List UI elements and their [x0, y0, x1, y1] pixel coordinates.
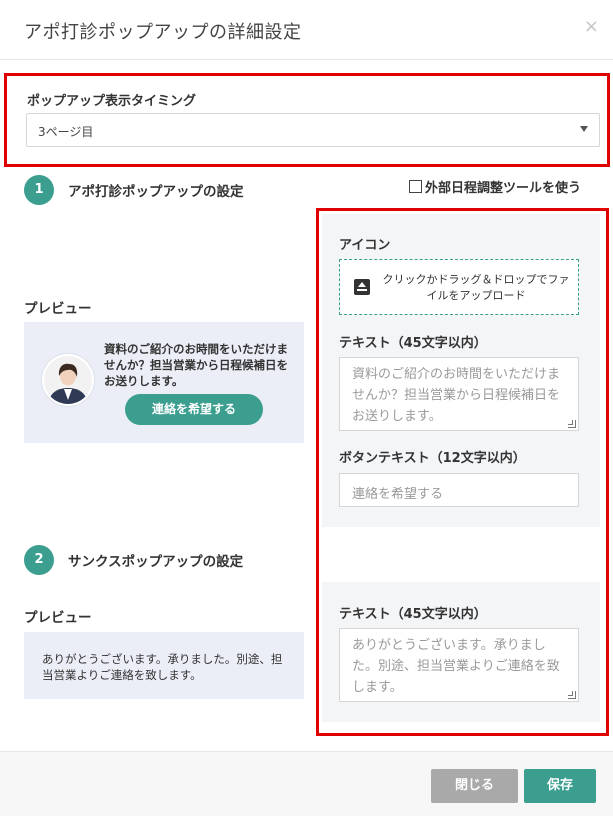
- external-tool-label: 外部日程調整ツールを使う: [425, 181, 582, 196]
- preview2-message: ありがとうございます。承りました。別途、担当営業よりご連絡を致します。: [42, 652, 283, 682]
- save-button[interactable]: 保存: [524, 769, 596, 803]
- appointment-text-placeholder: 資料のご紹介のお時間をいただけませんか？担当営業から日程候補日をお送りします。: [352, 367, 561, 424]
- section2-title: サンクスポップアップの設定: [68, 554, 244, 570]
- timing-select[interactable]: 3ページ目: [26, 113, 600, 147]
- timing-label: ポップアップ表示タイミング: [27, 94, 197, 109]
- step-number-1: 1: [24, 175, 54, 205]
- contact-request-button[interactable]: 連絡を希望する: [125, 394, 263, 425]
- caret-down-icon: [580, 126, 588, 132]
- appointment-text-input[interactable]: 資料のご紹介のお時間をいただけませんか？担当営業から日程候補日をお送りします。: [339, 357, 579, 431]
- timing-highlight-box: ポップアップ表示タイミング 3ページ目: [4, 73, 610, 167]
- resize-handle-icon[interactable]: [568, 691, 576, 699]
- button-text-input[interactable]: 連絡を希望する: [339, 473, 579, 507]
- appointment-popup-preview: 資料のご紹介のお時間をいただけませんか？担当営業から日程候補日をお送りします。 …: [24, 322, 304, 443]
- popup-settings-modal: アポ打診ポップアップの詳細設定 × ポップアップ表示タイミング 3ページ目 1 …: [0, 0, 613, 816]
- resize-handle-icon[interactable]: [568, 420, 576, 428]
- section1-title: アポ打診ポップアップの設定: [68, 184, 244, 200]
- thanks-popup-preview: ありがとうございます。承りました。別途、担当営業よりご連絡を致します。: [24, 632, 304, 699]
- icon-field-label: アイコン: [339, 238, 391, 253]
- close-button[interactable]: 閉じる: [431, 769, 518, 803]
- thanks-text-placeholder: ありがとうございます。承りました。別途、担当営業よりご連絡を致します。: [352, 638, 560, 695]
- external-tool-checkbox[interactable]: [409, 180, 422, 193]
- preview1-message: 資料のご紹介のお時間をいただけませんか？担当営業から日程候補日をお送りします。: [104, 342, 288, 388]
- modal-header: アポ打診ポップアップの詳細設定 ×: [0, 0, 613, 60]
- button-text-placeholder: 連絡を希望する: [352, 487, 444, 502]
- modal-footer: 閉じる 保存: [0, 751, 613, 816]
- external-tool-checkbox-row[interactable]: 外部日程調整ツールを使う: [409, 177, 581, 196]
- preview1-label: プレビュー: [24, 301, 92, 317]
- upload-text: クリックかドラッグ＆ドロップでファイルをアップロード: [382, 273, 570, 302]
- upload-icon: [354, 279, 370, 295]
- step-number-2: 2: [24, 545, 54, 575]
- modal-title: アポ打診ポップアップの詳細設定: [24, 22, 302, 43]
- close-icon[interactable]: ×: [584, 16, 599, 37]
- timing-select-value: 3ページ目: [38, 125, 94, 139]
- thanks-text-field-label: テキスト（45文字以内）: [339, 607, 487, 622]
- button-text-field-label: ボタンテキスト（12文字以内）: [339, 451, 526, 466]
- text-field-label: テキスト（45文字以内）: [339, 336, 487, 351]
- icon-upload-dropzone[interactable]: クリックかドラッグ＆ドロップでファイルをアップロード: [339, 259, 579, 315]
- avatar: [42, 354, 94, 406]
- preview2-label: プレビュー: [24, 610, 92, 626]
- thanks-text-input[interactable]: ありがとうございます。承りました。別途、担当営業よりご連絡を致します。: [339, 628, 579, 702]
